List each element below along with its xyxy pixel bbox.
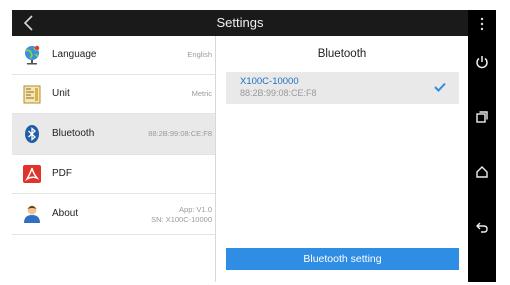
page-title: Settings — [216, 15, 264, 30]
app-version: App: V1.0 — [179, 205, 212, 214]
menu-value-about: App: V1.0 SN: X100C-10000 — [151, 205, 212, 225]
menu-item-language[interactable]: Language English — [12, 36, 215, 75]
menu-label-about: About — [52, 208, 79, 219]
home-icon[interactable] — [468, 160, 496, 184]
bluetooth-icon — [22, 124, 42, 144]
bluetooth-panel-title: Bluetooth — [317, 48, 367, 60]
menu-value-bluetooth: 88:2B:99:08:CE:F8 — [148, 129, 212, 138]
device-address: 88:2B:99:08:CE:F8 — [240, 88, 317, 98]
menu-label-language: Language — [52, 49, 97, 60]
menu-value-unit: Metric — [191, 89, 212, 98]
bluetooth-panel: Bluetooth X100C-10000 88:2B:99:08:CE:F8 … — [216, 36, 468, 282]
power-icon[interactable] — [468, 50, 496, 74]
menu-dots-icon[interactable] — [468, 12, 496, 36]
back-icon[interactable] — [468, 215, 496, 239]
menu-item-unit[interactable]: Unit Metric — [12, 75, 215, 114]
menu-item-pdf[interactable]: PDF — [12, 155, 215, 194]
menu-item-about[interactable]: About App: V1.0 SN: X100C-10000 — [12, 194, 215, 235]
menu-label-bluetooth: Bluetooth — [52, 128, 95, 139]
system-nav-bar — [468, 10, 496, 282]
top-bar: Settings — [12, 10, 468, 36]
globe-icon — [22, 45, 42, 65]
pdf-icon — [22, 164, 42, 184]
menu-label-pdf: PDF — [52, 168, 72, 179]
menu-value-language: English — [187, 50, 212, 59]
device-list-item[interactable]: X100C-10000 88:2B:99:08:CE:F8 — [226, 72, 459, 104]
serial-number: SN: X100C-10000 — [151, 215, 212, 224]
check-icon — [433, 80, 447, 99]
settings-menu: Language English Unit Metric Bluetooth 8… — [12, 36, 215, 282]
device-name: X100C-10000 — [240, 76, 299, 87]
back-arrow-icon[interactable] — [18, 10, 40, 36]
ruler-icon — [22, 84, 42, 104]
user-icon — [22, 204, 42, 224]
menu-item-bluetooth[interactable]: Bluetooth 88:2B:99:08:CE:F8 — [12, 114, 215, 155]
bluetooth-setting-button[interactable]: Bluetooth setting — [226, 248, 459, 270]
recents-icon[interactable] — [468, 105, 496, 129]
menu-label-unit: Unit — [52, 88, 70, 99]
screen: Settings Language English Unit Metric Bl… — [12, 10, 496, 282]
